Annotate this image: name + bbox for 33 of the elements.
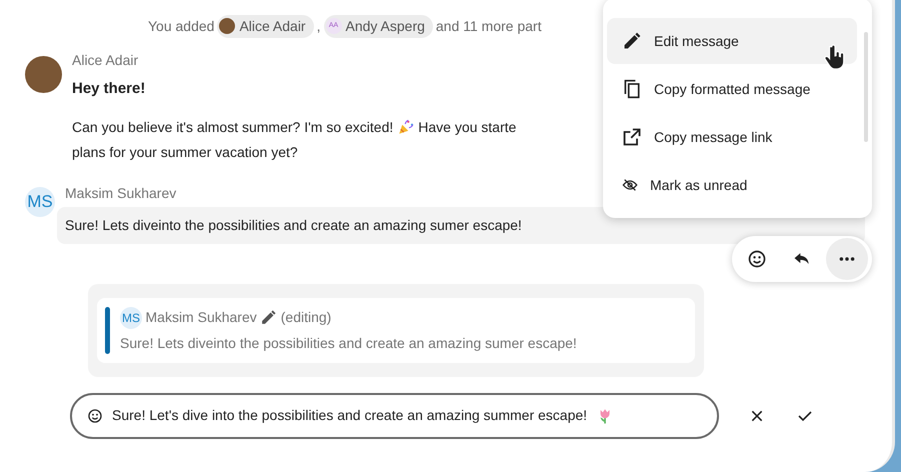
message-text: Can you believe it's almost summer? I'm so excited! xyxy=(72,118,394,137)
external-link-icon xyxy=(622,127,642,147)
menu-item[interactable]: Edit message xyxy=(607,18,857,64)
author-name: Maksim Sukharev xyxy=(146,308,257,327)
avatar-initials: MS xyxy=(25,186,55,216)
avatar-initials: MS xyxy=(120,306,142,328)
separator-text: , xyxy=(316,16,320,36)
author-name: Maksim Sukharev xyxy=(65,184,176,202)
message-text: Have you starte xyxy=(418,118,516,137)
system-message-text: and 11 more part xyxy=(436,16,542,36)
emoji-icon[interactable] xyxy=(87,408,103,424)
party-popper-icon xyxy=(396,118,415,136)
avatar-photo-placeholder xyxy=(25,56,62,93)
more-icon xyxy=(839,257,856,261)
participant-chip[interactable]: Alice Adair xyxy=(217,14,314,38)
message-input-field[interactable]: Sure! Let's dive into the possibilities and create an amazing summer escape! xyxy=(70,392,719,438)
accent-bar xyxy=(105,306,110,354)
emoji-icon xyxy=(746,249,767,269)
menu-item[interactable]: Mark as unread xyxy=(607,162,857,208)
copy-icon xyxy=(622,79,642,99)
message-text: plans for your summer vacation yet? xyxy=(72,142,298,162)
system-message-text: You added xyxy=(148,16,214,36)
preview-text: Sure! Lets diveinto the possibilities and create an amazing sumer escape! xyxy=(120,334,577,353)
author-name: Alice Adair xyxy=(72,51,138,70)
eye-slash-icon xyxy=(622,177,638,193)
editing-status: (editing) xyxy=(280,308,332,327)
message-title: Hey there! xyxy=(72,79,146,99)
pencil-icon xyxy=(622,31,642,51)
input-value: Sure! Let's dive into the possibilities and create an amazing summer escape! xyxy=(112,406,588,425)
avatar-photo-placeholder xyxy=(219,18,236,34)
menu-item[interactable]: Copy message link xyxy=(607,114,857,160)
pencil-icon xyxy=(260,309,278,326)
menu-item[interactable]: Copy formatted message xyxy=(607,66,857,112)
